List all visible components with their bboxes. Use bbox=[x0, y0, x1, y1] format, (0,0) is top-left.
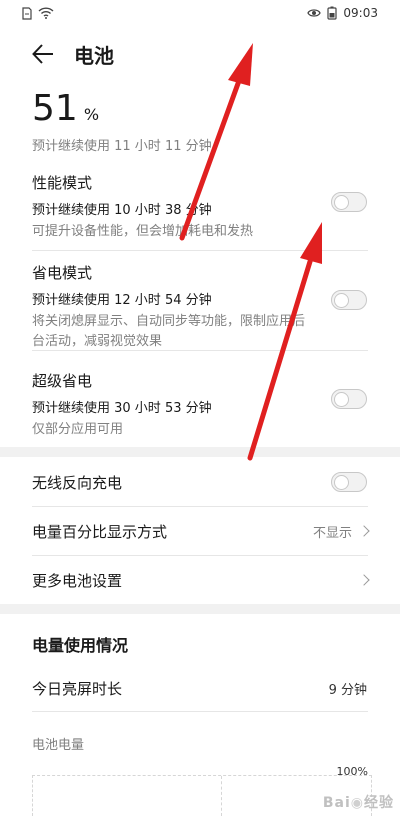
page-title: 电池 bbox=[74, 43, 114, 68]
status-right: 09:03 bbox=[307, 6, 378, 20]
mode-description: 仅部分应用可用 bbox=[32, 422, 124, 437]
row-label: 电量百分比显示方式 bbox=[32, 522, 168, 541]
battery-percent-unit: % bbox=[83, 105, 100, 124]
ultra-power-saving-toggle[interactable] bbox=[331, 389, 367, 409]
mode-remaining: 预计继续使用 30 小时 53 分钟 bbox=[32, 401, 212, 416]
section-gap bbox=[0, 447, 400, 457]
row-label: 更多电池设置 bbox=[32, 571, 123, 590]
power-saving-mode-item[interactable]: 省电模式 预计继续使用 12 小时 54 分钟 将关闭熄屏显示、自动同步等功能，… bbox=[32, 262, 368, 352]
wireless-reverse-charging-toggle[interactable] bbox=[331, 472, 367, 492]
battery-icon bbox=[327, 6, 338, 20]
divider bbox=[32, 350, 368, 351]
battery-remaining-text: 预计继续使用 11 小时 11 分钟 bbox=[32, 139, 212, 154]
ultra-power-saving-item[interactable]: 超级省电 预计继续使用 30 小时 53 分钟 仅部分应用可用 bbox=[32, 370, 368, 440]
screen-time-value: 9 分钟 bbox=[328, 683, 367, 698]
mode-remaining: 预计继续使用 10 小时 38 分钟 bbox=[32, 203, 212, 218]
mode-title: 超级省电 bbox=[32, 372, 93, 390]
performance-mode-item[interactable]: 性能模式 预计继续使用 10 小时 38 分钟 可提升设备性能，但会增加耗电和发… bbox=[32, 172, 368, 242]
battery-percent-value: 51 bbox=[32, 88, 78, 129]
mode-title: 性能模式 bbox=[32, 174, 93, 192]
mode-description: 可提升设备性能，但会增加耗电和发热 bbox=[32, 224, 254, 239]
chart-gridline bbox=[221, 776, 222, 816]
status-bar: 09:03 bbox=[0, 0, 400, 26]
wireless-reverse-charging-row[interactable]: 无线反向充电 bbox=[32, 458, 368, 506]
more-battery-settings-row[interactable]: 更多电池设置 bbox=[32, 556, 370, 604]
app-header: 电池 bbox=[0, 30, 400, 78]
mode-description: 将关闭熄屏显示、自动同步等功能，限制应用后台活动，减弱视觉效果 bbox=[32, 314, 306, 349]
row-label: 无线反向充电 bbox=[32, 473, 123, 492]
battery-level-chart-label: 电池电量 bbox=[32, 738, 85, 753]
divider bbox=[32, 711, 368, 712]
row-value: 不显示 bbox=[312, 522, 370, 541]
status-left bbox=[22, 6, 54, 20]
back-arrow-icon bbox=[32, 44, 53, 64]
percentage-display-value: 不显示 bbox=[312, 525, 352, 541]
mode-remaining: 预计继续使用 12 小时 54 分钟 bbox=[32, 293, 212, 308]
chevron-right-icon bbox=[358, 574, 370, 586]
back-button[interactable] bbox=[18, 30, 68, 78]
chevron-right-icon bbox=[358, 525, 370, 537]
section-gap bbox=[0, 604, 400, 614]
performance-mode-toggle[interactable] bbox=[331, 192, 367, 212]
status-time: 09:03 bbox=[343, 6, 378, 20]
divider bbox=[32, 250, 368, 251]
battery-percent: 51 % bbox=[32, 88, 99, 129]
mode-title: 省电模式 bbox=[32, 264, 93, 282]
power-saving-mode-toggle[interactable] bbox=[331, 290, 367, 310]
wifi-icon bbox=[38, 7, 54, 19]
battery-level-chart bbox=[32, 775, 372, 816]
usage-section-title: 电量使用情况 bbox=[32, 636, 129, 655]
row-value bbox=[358, 574, 370, 586]
battery-percentage-display-row[interactable]: 电量百分比显示方式 不显示 bbox=[32, 507, 370, 555]
watermark-logo: Bai◉经验 bbox=[322, 795, 394, 811]
eye-comfort-icon bbox=[307, 9, 322, 17]
sim-card-icon bbox=[22, 6, 32, 20]
screen-time-label: 今日亮屏时长 bbox=[32, 680, 123, 698]
